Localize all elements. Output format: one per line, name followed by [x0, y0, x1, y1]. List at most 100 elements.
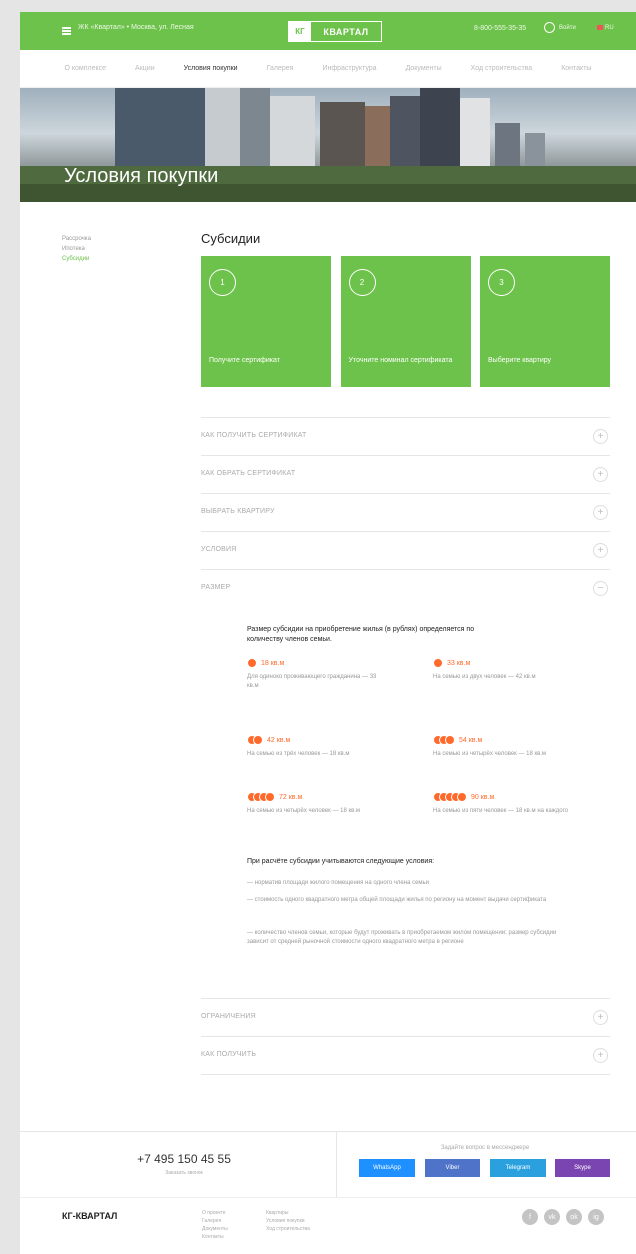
- login-link[interactable]: Войти: [559, 25, 576, 31]
- plus-icon[interactable]: +: [593, 1010, 608, 1025]
- footer-link[interactable]: О проекте: [202, 1209, 228, 1217]
- page: ЖК «Квартал» • Москва, ул. Лесная КГ КВА…: [20, 12, 636, 1254]
- footer-link[interactable]: Галерея: [202, 1217, 228, 1225]
- footer-link[interactable]: Квартиры: [266, 1209, 310, 1217]
- skype-button[interactable]: Skype: [555, 1159, 610, 1177]
- nav-item-about[interactable]: О комплексе: [65, 65, 107, 72]
- footer-logo[interactable]: КГ-КВАРТАЛ: [62, 1211, 117, 1221]
- accordion-label: ВЫБРАТЬ КВАРТИРУ: [201, 508, 275, 515]
- footer-link[interactable]: Документы: [202, 1225, 228, 1233]
- nav-item-contacts[interactable]: Контакты: [561, 65, 591, 72]
- sidebar-item-installment[interactable]: Рассрочка: [62, 234, 91, 244]
- step-number: 3: [488, 269, 515, 296]
- divider: [201, 1074, 610, 1075]
- language-switch[interactable]: RU: [597, 25, 614, 31]
- step-text: Получите сертификат: [209, 357, 280, 364]
- sidebar: Рассрочка Ипотека Субсидии: [62, 234, 91, 264]
- accordion-item-exchange-certificate[interactable]: КАК ОБРАТЬ СЕРТИФИКАТ +: [201, 455, 610, 493]
- accordion-label: РАЗМЕР: [201, 584, 231, 591]
- logo-word: КВАРТАЛ: [323, 26, 369, 37]
- page-title: Условия покупки: [64, 165, 219, 187]
- instagram-icon[interactable]: ig: [588, 1209, 604, 1225]
- accordion-item-size[interactable]: РАЗМЕР −: [201, 569, 610, 607]
- nav-item-gallery[interactable]: Галерея: [267, 65, 294, 72]
- plus-icon[interactable]: +: [593, 543, 608, 558]
- value-amount: 72 кв.м: [279, 793, 303, 801]
- step-card: 2 Уточните номинал сертификата: [340, 256, 471, 387]
- person-icon: [265, 792, 275, 802]
- value-amount: 33 кв.м: [447, 659, 471, 667]
- subsidy-value: 42 кв.м На семью из трёх человек — 18 кв…: [247, 735, 387, 759]
- subsidy-value: 33 кв.м На семью из двух человек — 42 кв…: [433, 658, 573, 682]
- nav-item-progress[interactable]: Ход строительства: [471, 65, 533, 72]
- nav-item-purchase[interactable]: Условия покупки: [184, 65, 238, 72]
- accordion-label: КАК ОБРАТЬ СЕРТИФИКАТ: [201, 470, 296, 477]
- person-icon: [457, 792, 467, 802]
- value-desc: На семью из трёх человек — 18 кв.м: [247, 751, 350, 757]
- person-icon: [433, 658, 443, 668]
- subsidy-value: 72 кв.м На семью из четырёх человек — 18…: [247, 792, 387, 816]
- plus-icon[interactable]: +: [593, 1048, 608, 1063]
- footer-links: Квартиры Условия покупки Ход строительст…: [266, 1209, 310, 1233]
- divider: [336, 1131, 337, 1197]
- accordion-item-choose-apartment[interactable]: ВЫБРАТЬ КВАРТИРУ +: [201, 493, 610, 531]
- top-bar: ЖК «Квартал» • Москва, ул. Лесная КГ КВА…: [20, 12, 636, 50]
- telegram-button[interactable]: Telegram: [490, 1159, 546, 1177]
- condition-text: — стоимость одного квадратного метра общ…: [247, 897, 547, 903]
- value-amount: 18 кв.м: [261, 659, 285, 667]
- messengers-caption: Задайте вопрос в мессенджере: [440, 1145, 530, 1151]
- footer-link[interactable]: Ход строительства: [266, 1225, 310, 1233]
- plus-icon[interactable]: +: [593, 505, 608, 520]
- accordion-item-get-certificate[interactable]: КАК ПОЛУЧИТЬ СЕРТИФИКАТ +: [201, 417, 610, 455]
- size-intro: Размер субсидии на приобретение жилья (в…: [247, 626, 475, 643]
- nav-item-documents[interactable]: Документы: [406, 65, 442, 72]
- callback-link[interactable]: Заказать звонок: [128, 1170, 240, 1176]
- accordion-label: КАК ПОЛУЧИТЬ: [201, 1051, 257, 1058]
- accordion-label: КАК ПОЛУЧИТЬ СЕРТИФИКАТ: [201, 432, 307, 439]
- value-desc: Для одиноко проживающего гражданина — 33…: [247, 674, 377, 689]
- accordion-item-how-to-get[interactable]: КАК ПОЛУЧИТЬ +: [201, 1036, 610, 1074]
- accordion-item-conditions[interactable]: УСЛОВИЯ +: [201, 531, 610, 569]
- condition-text: — количество членов семьи, которые будут…: [247, 930, 557, 945]
- vk-icon[interactable]: vk: [544, 1209, 560, 1225]
- hero-banner: Условия покупки: [20, 88, 636, 202]
- step-card: 3 Выберите квартиру: [480, 256, 610, 387]
- step-number: 1: [209, 269, 236, 296]
- facebook-icon[interactable]: f: [522, 1209, 538, 1225]
- value-desc: На семью из двух человек — 42 кв.м: [433, 674, 536, 680]
- logo[interactable]: КГ КВАРТАЛ: [288, 21, 382, 42]
- value-amount: 42 кв.м: [267, 736, 291, 744]
- accordion-label: ОГРАНИЧЕНИЯ: [201, 1013, 256, 1020]
- value-desc: На семью из пяти человек — 18 кв.м на ка…: [433, 808, 568, 814]
- header-phone[interactable]: 8-800-555-35-35: [474, 25, 526, 32]
- subsidy-value: 18 кв.м Для одиноко проживающего граждан…: [247, 658, 387, 691]
- condition-text: — норматив площади жилого помещения на о…: [247, 880, 430, 886]
- whatsapp-button[interactable]: WhatsApp: [359, 1159, 415, 1177]
- sidebar-item-subsidy[interactable]: Субсидии: [62, 254, 91, 264]
- viber-button[interactable]: Viber: [425, 1159, 480, 1177]
- nav-item-promo[interactable]: Акции: [135, 65, 155, 72]
- person-icon: [253, 735, 263, 745]
- accordion-item-limits[interactable]: ОГРАНИЧЕНИЯ +: [201, 998, 610, 1036]
- sidebar-item-mortgage[interactable]: Ипотека: [62, 244, 91, 254]
- subsidy-value: 90 кв.м На семью из пяти человек — 18 кв…: [433, 792, 573, 816]
- steps-cards: 1 Получите сертификат 2 Уточните номинал…: [201, 256, 610, 387]
- footer-link[interactable]: Контакты: [202, 1233, 228, 1241]
- user-icon[interactable]: [544, 22, 555, 33]
- divider: [20, 1131, 636, 1132]
- footer-links: О проекте Галерея Документы Контакты: [202, 1209, 228, 1241]
- person-icon: [247, 658, 257, 668]
- footer-link[interactable]: Условия покупки: [266, 1217, 310, 1225]
- minus-icon[interactable]: −: [593, 581, 608, 596]
- step-card: 1 Получите сертификат: [201, 256, 331, 387]
- footer-phone[interactable]: +7 495 150 45 55: [128, 1152, 240, 1166]
- ok-icon[interactable]: ok: [566, 1209, 582, 1225]
- conditions-title: При расчёте субсидии учитываются следующ…: [247, 858, 435, 865]
- plus-icon[interactable]: +: [593, 467, 608, 482]
- nav-item-infrastructure[interactable]: Инфраструктура: [322, 65, 376, 72]
- menu-icon[interactable]: [62, 27, 71, 35]
- logo-mark: КГ: [289, 22, 311, 41]
- plus-icon[interactable]: +: [593, 429, 608, 444]
- flag-icon: [597, 25, 603, 30]
- value-desc: На семью из четырёх человек — 18 кв.м: [433, 751, 547, 757]
